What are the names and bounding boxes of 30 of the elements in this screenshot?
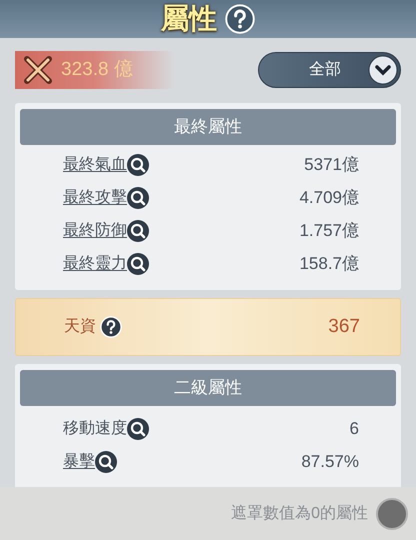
- stat-value: 5371億: [304, 154, 359, 176]
- search-icon[interactable]: [127, 154, 149, 176]
- chevron-down-icon: [368, 55, 398, 85]
- search-icon[interactable]: [127, 220, 149, 242]
- stat-value: 6: [350, 418, 359, 440]
- search-icon[interactable]: [95, 450, 117, 472]
- filter-dropdown[interactable]: 全部: [258, 52, 401, 88]
- stat-label: 移動速度: [63, 418, 127, 438]
- toggle-switch[interactable]: [376, 498, 408, 530]
- stat-value: 87.57%: [301, 450, 359, 473]
- talent-label: 天資: [64, 317, 96, 337]
- help-icon[interactable]: [100, 316, 122, 338]
- search-icon[interactable]: [127, 186, 149, 208]
- stat-label[interactable]: 最終靈力: [63, 252, 127, 276]
- help-icon[interactable]: [225, 4, 255, 34]
- search-icon[interactable]: [127, 252, 149, 274]
- stat-label[interactable]: 最終攻擊: [63, 186, 127, 210]
- stat-label[interactable]: 最終氣血: [63, 152, 127, 176]
- toggle-label: 遮罩數值為0的屬性: [231, 504, 368, 524]
- stat-value: 4.709億: [299, 186, 359, 209]
- stat-value: 1.757億: [299, 220, 359, 242]
- stat-value: 158.7億: [299, 252, 359, 275]
- stat-label[interactable]: 暴擊: [63, 450, 95, 474]
- search-icon[interactable]: [127, 418, 149, 440]
- power-value: 323.8 億: [61, 58, 133, 82]
- window-title: 屬性: [161, 2, 217, 36]
- talent-value: 367: [328, 314, 360, 339]
- section-header: 最終屬性: [20, 109, 396, 145]
- section-header: 二級屬性: [20, 370, 396, 406]
- stat-label[interactable]: 最終防御: [63, 218, 127, 242]
